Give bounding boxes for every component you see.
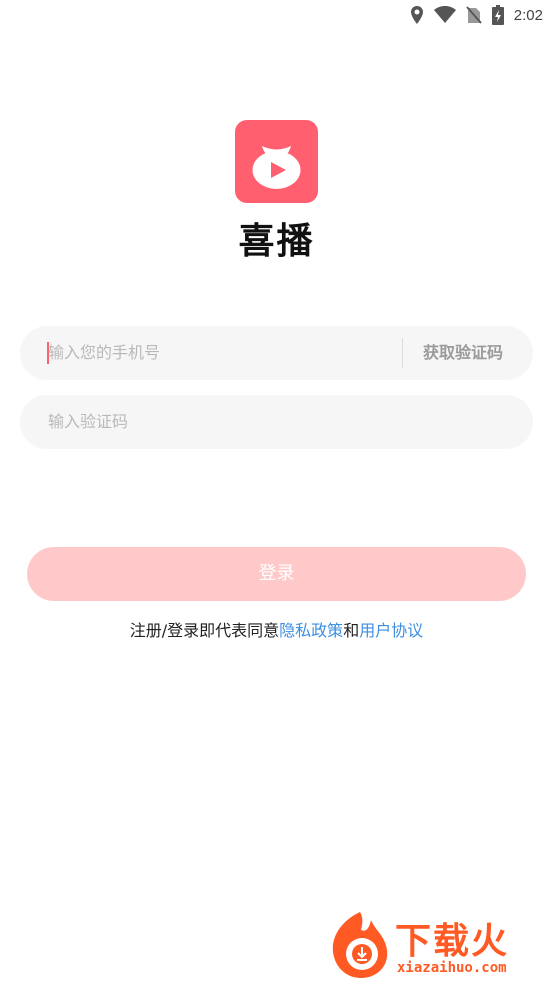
watermark: 下载火 xiazaihuo.com bbox=[325, 908, 550, 980]
app-logo bbox=[235, 120, 318, 203]
flame-logo-icon bbox=[332, 912, 388, 978]
privacy-policy-link[interactable]: 隐私政策 bbox=[279, 621, 343, 640]
watermark-site: xiazaihuo.com bbox=[397, 960, 507, 976]
agreement-text: 注册/登录即代表同意隐私政策和用户协议 bbox=[0, 617, 553, 641]
location-icon bbox=[410, 6, 423, 24]
app-name: 喜播 bbox=[238, 221, 315, 262]
get-code-button[interactable]: 获取验证码 bbox=[423, 326, 503, 380]
phone-field[interactable]: 输入您的手机号 获取验证码 bbox=[20, 326, 533, 380]
status-time: 2:02 bbox=[513, 6, 543, 24]
no-sim-icon bbox=[466, 6, 482, 24]
agreement-prefix: 注册/登录即代表同意 bbox=[129, 621, 280, 640]
agreement-conjunction: 和 bbox=[343, 621, 360, 640]
code-field[interactable]: 输入验证码 bbox=[20, 395, 533, 449]
piggy-bag-play-icon bbox=[252, 146, 301, 189]
status-bar: 2:02 bbox=[0, 0, 553, 30]
wifi-icon bbox=[433, 6, 456, 23]
login-button[interactable]: 登录 bbox=[27, 547, 526, 601]
field-divider bbox=[402, 338, 403, 368]
phone-input-placeholder[interactable]: 输入您的手机号 bbox=[48, 326, 160, 380]
battery-charging-icon bbox=[491, 5, 504, 25]
user-agreement-link[interactable]: 用户协议 bbox=[359, 621, 423, 640]
code-input-placeholder[interactable]: 输入验证码 bbox=[48, 395, 128, 449]
watermark-brand: 下载火 bbox=[395, 921, 510, 962]
